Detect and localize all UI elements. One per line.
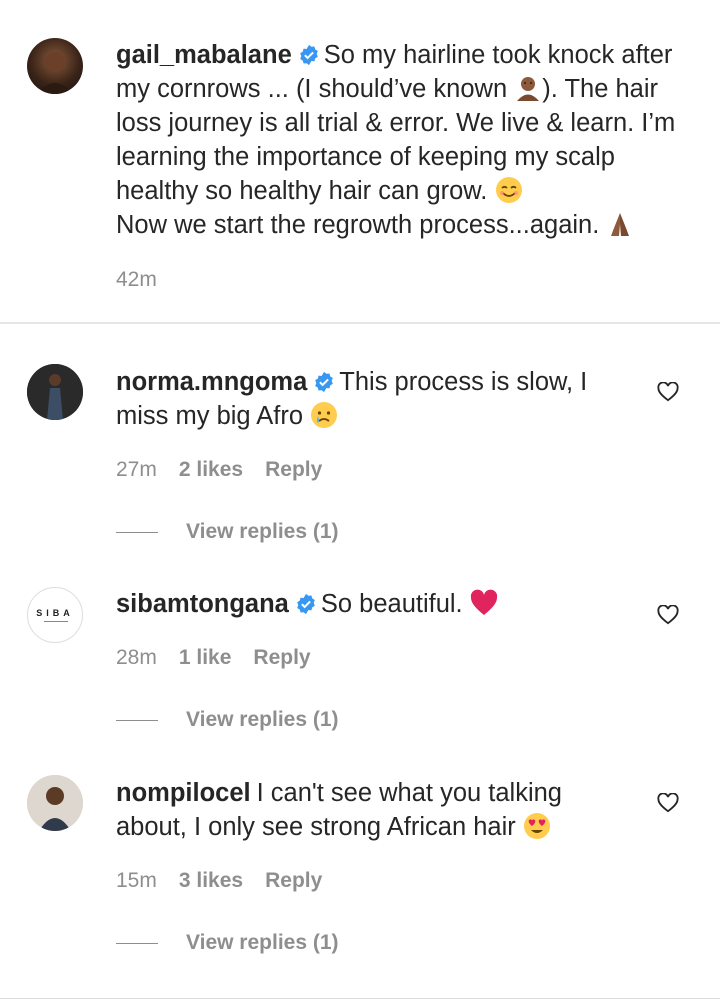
- avatar-nompilocel[interactable]: [27, 775, 83, 831]
- verified-badge-icon: [297, 593, 315, 615]
- bottom-divider: [0, 998, 720, 999]
- verified-badge-icon: [315, 371, 334, 393]
- comment-text: So beautiful.: [320, 590, 463, 618]
- avatar-image: [37, 52, 73, 94]
- post-caption: gail_mabalane So my hairline took knock a…: [116, 38, 696, 242]
- avatar-gail-mabalane[interactable]: [27, 38, 83, 94]
- crying-face-emoji-icon: [311, 402, 338, 428]
- view-replies-label[interactable]: View replies (1): [186, 520, 339, 544]
- view-replies-2[interactable]: View replies (1): [116, 708, 339, 732]
- caption-divider: [0, 322, 720, 324]
- comment-likes[interactable]: 3 likes: [179, 869, 243, 893]
- reply-button[interactable]: Reply: [253, 646, 310, 670]
- avatar-sibamtongana[interactable]: SIBA: [27, 587, 83, 643]
- comment-username[interactable]: sibamtongana: [116, 590, 289, 618]
- reply-button[interactable]: Reply: [265, 869, 322, 893]
- avatar-logo-text: SIBA: [36, 608, 74, 618]
- comment-timestamp: 27m: [116, 458, 157, 481]
- comment-1-meta: 27m 2 likes Reply: [116, 458, 322, 482]
- view-replies-label[interactable]: View replies (1): [186, 931, 339, 955]
- post-timestamp: 42m: [116, 268, 157, 291]
- smiling-face-emoji-icon: [495, 177, 522, 203]
- red-heart-emoji-icon: [470, 589, 497, 615]
- replies-line: [116, 719, 158, 721]
- replies-line: [116, 531, 158, 533]
- comment-2-meta: 28m 1 like Reply: [116, 646, 311, 670]
- replies-line: [116, 942, 158, 944]
- reply-button[interactable]: Reply: [265, 458, 322, 482]
- verified-badge-icon: [299, 44, 318, 66]
- folded-hands-emoji-icon: [611, 213, 630, 236]
- comment-3: nompilocel I can't see what you talking a…: [116, 776, 616, 844]
- comment-username[interactable]: norma.mngoma: [116, 368, 307, 396]
- comment-likes[interactable]: 1 like: [179, 646, 232, 670]
- heart-outline-icon[interactable]: [657, 793, 679, 813]
- post-username[interactable]: gail_mabalane: [116, 41, 292, 69]
- post-meta: 42m: [116, 268, 157, 292]
- comment-timestamp: 15m: [116, 869, 157, 892]
- avatar-norma-mngoma[interactable]: [27, 364, 83, 420]
- view-replies-label[interactable]: View replies (1): [186, 708, 339, 732]
- comment-likes[interactable]: 2 likes: [179, 458, 243, 482]
- heart-outline-icon[interactable]: [657, 382, 679, 402]
- comment-username[interactable]: nompilocel: [116, 779, 251, 807]
- comment-2: sibamtongana So beautiful.: [116, 587, 616, 621]
- comment-1: norma.mngoma This process is slow, I miss…: [116, 365, 616, 433]
- avatar-image: [27, 364, 83, 420]
- comment-3-meta: 15m 3 likes Reply: [116, 869, 322, 893]
- person-shrugging-emoji-icon: [517, 77, 540, 101]
- view-replies-1[interactable]: View replies (1): [116, 520, 339, 544]
- heart-eyes-emoji-icon: [523, 813, 550, 839]
- heart-outline-icon[interactable]: [657, 605, 679, 625]
- comment-timestamp: 28m: [116, 646, 157, 669]
- avatar-image: [27, 775, 83, 831]
- avatar-logo-line: [44, 621, 68, 622]
- post-caption-text-3: Now we start the regrowth process...agai…: [116, 211, 600, 239]
- view-replies-3[interactable]: View replies (1): [116, 931, 339, 955]
